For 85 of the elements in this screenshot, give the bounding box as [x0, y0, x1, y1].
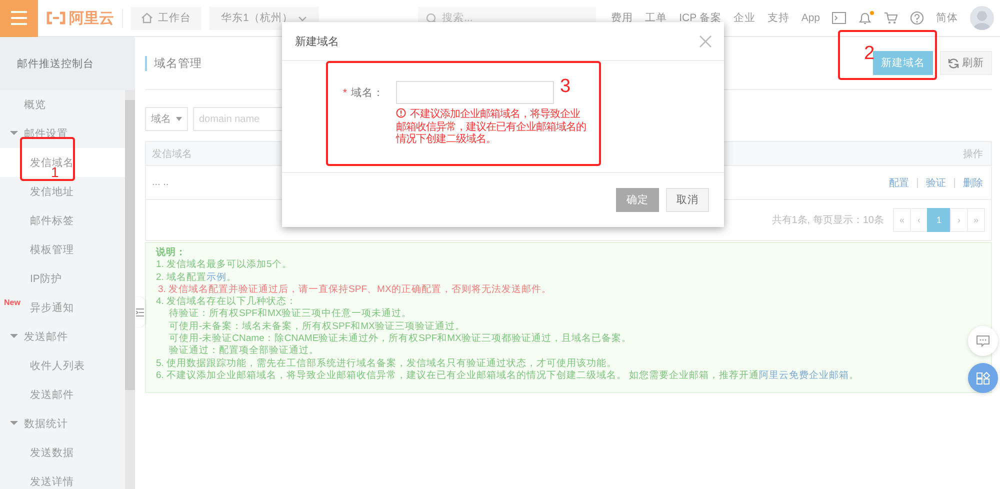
sidebar-item[interactable]: IP防护 — [0, 264, 125, 293]
sidebar-item[interactable]: 发送数据 — [0, 438, 125, 467]
notice-text: 可使用-未验证CName：除CNAME验证未通过外，所有权SPF和MX验证三项都验证通过，且域名已备案。 — [168, 333, 632, 345]
notice-text: 1. 发信域名最多可以添加5个。 — [156, 259, 293, 272]
new-label: New — [4, 298, 20, 307]
notice-link[interactable]: 阿里云免费企业邮箱 — [759, 370, 850, 381]
warning-message: 不建议添加企业邮箱域名，将导致企业邮箱收信异常，建议在已有企业邮箱域名的情况下创建二级域名。 — [396, 108, 587, 146]
field-select[interactable]: 域名 — [145, 107, 188, 131]
avatar[interactable] — [970, 6, 994, 30]
page-button[interactable]: ‹ — [910, 208, 928, 232]
sidebar-item[interactable]: 模板管理 — [0, 235, 125, 264]
close-icon[interactable] — [699, 34, 712, 48]
caret-down-icon — [10, 130, 18, 138]
notice-link[interactable]: 示例 — [206, 272, 227, 283]
menu-button[interactable] — [0, 0, 38, 36]
region-dropdown[interactable]: 华东1（杭州） — [209, 6, 319, 30]
page-button[interactable]: 1 — [927, 208, 951, 232]
terminal-icon[interactable] — [832, 12, 846, 24]
create-domain-button[interactable]: 新建域名 — [873, 51, 933, 75]
sidebar-item[interactable]: 发送详情 — [0, 467, 125, 489]
chat-icon — [976, 335, 990, 347]
notice-text: 验证通过：配置项全部验证通过。 — [168, 345, 320, 358]
chevron-down-icon — [298, 14, 307, 22]
sidebar-item[interactable]: 发信地址 — [0, 177, 125, 206]
menu-icon — [11, 11, 27, 25]
page-title: 域名管理 — [145, 56, 202, 70]
field-label: * 域名： — [342, 86, 385, 101]
notice-text: 3. 发信域名配置并验证通过后，请一直保持SPF、MX的正确配置，否则将无法发送邮件。 — [157, 284, 552, 296]
column-header: 操作 — [963, 148, 983, 160]
caret-down-icon — [10, 420, 18, 428]
bell-icon[interactable] — [858, 12, 872, 24]
caret-down-icon — [10, 332, 18, 340]
nav-link[interactable]: 支持 — [767, 11, 790, 25]
collapse-icon — [136, 308, 144, 316]
refresh-button[interactable]: 刷新 — [940, 51, 992, 75]
cancel-button[interactable]: 取消 — [666, 188, 709, 212]
refresh-icon — [948, 58, 959, 68]
warning-icon — [396, 108, 406, 118]
action-link[interactable]: 配置 — [889, 176, 909, 190]
language-link[interactable]: 简体 — [936, 11, 958, 25]
scrollbar-thumb[interactable] — [125, 100, 135, 390]
notice-title: 说明： — [156, 247, 187, 259]
notice-text: 2. 域名配置示例。 — [156, 272, 238, 284]
workbench-button[interactable]: 工作台 — [131, 6, 201, 30]
logo-icon — [46, 11, 66, 25]
nav-link[interactable]: 企业 — [733, 11, 756, 25]
sidebar-item[interactable]: 收件人列表 — [0, 351, 125, 380]
action-link[interactable]: 删除 — [963, 176, 983, 190]
table-cell: ... .. — [152, 177, 169, 188]
home-icon — [141, 12, 153, 24]
annotation-number: 1 — [51, 166, 59, 179]
page-button[interactable]: » — [967, 208, 985, 232]
pagination-summary: 共有1条, 每页显示：10条 — [772, 214, 884, 227]
search-icon — [426, 12, 438, 24]
dialog-title: 新建域名 — [295, 34, 339, 48]
help-icon[interactable] — [910, 11, 924, 25]
apps-icon — [976, 372, 990, 384]
nav-link[interactable]: 工单 — [645, 11, 668, 25]
sidebar-item[interactable]: 异步通知 — [24, 293, 125, 322]
page-button[interactable]: « — [893, 208, 911, 232]
collapse-handle[interactable] — [135, 297, 145, 327]
required-mark: * — [342, 87, 347, 99]
nav-link[interactable]: ICP 备案 — [679, 11, 722, 25]
nav-link[interactable]: App — [801, 12, 820, 24]
cart-icon[interactable] — [884, 12, 898, 24]
annotation-number: 2 — [864, 44, 875, 64]
sidebar-item[interactable]: 发送邮件 — [0, 380, 125, 409]
action-link[interactable]: 验证 — [926, 176, 946, 190]
console-title: 邮件推送控制台 — [0, 37, 135, 90]
nav-link[interactable]: 费用 — [611, 11, 634, 25]
notice-text: 待验证：所有权SPF和MX验证三项中任意一项未通过。 — [168, 308, 413, 321]
annotation-box — [20, 137, 75, 181]
annotation-number: 3 — [560, 77, 571, 97]
column-header: 发信域名 — [152, 148, 192, 160]
caret-down-icon — [176, 117, 182, 121]
notice-text: 5. 使用数据跟踪功能，需先在工信部系统进行域名备案，发信域名只有验证通过状态，才可使用该功能。 — [156, 358, 618, 370]
sidebar-group[interactable]: 数据统计 — [0, 409, 125, 438]
sidebar-item[interactable]: 邮件标签 — [0, 206, 125, 235]
notice-text: 可使用-未备案：域名未备案，所有权SPF和MX验证三项验证通过。 — [168, 320, 466, 333]
sidebar-group[interactable]: 发送邮件 — [0, 322, 125, 351]
domain-input[interactable] — [396, 81, 554, 104]
sidebar-item[interactable]: 概览 — [0, 90, 125, 119]
notice-text: 4. 发信域名存在以下几种状态： — [156, 296, 298, 308]
logo[interactable]: 阿里云 — [46, 8, 123, 28]
page-button[interactable]: › — [950, 208, 968, 232]
